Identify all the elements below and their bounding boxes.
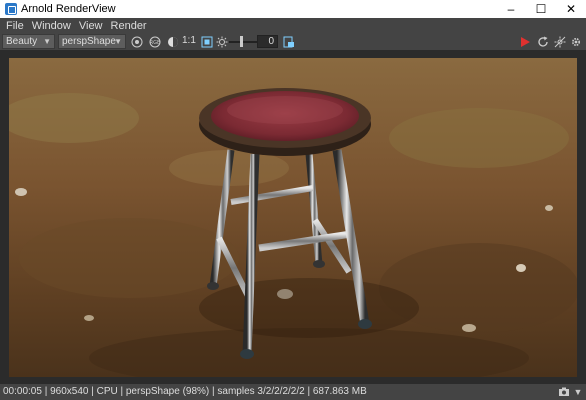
camera-dropdown-value: perspShape — [62, 36, 116, 47]
status-text: 00:00:05 | 960x540 | CPU | perspShape (9… — [3, 386, 367, 397]
aov-dropdown-value: Beauty — [6, 36, 38, 47]
camera-snapshot-icon[interactable] — [558, 386, 570, 398]
minimize-button[interactable]: – — [496, 0, 526, 18]
chevron-down-icon: ▼ — [114, 37, 122, 46]
menu-render[interactable]: Render — [107, 20, 151, 32]
refresh-render-icon[interactable] — [536, 35, 549, 48]
menu-window[interactable]: Window — [28, 20, 75, 32]
ipr-toggle-icon[interactable] — [553, 35, 566, 48]
chevron-down-icon: ▼ — [43, 37, 51, 46]
color-channels-icon[interactable] — [130, 35, 143, 48]
aov-dropdown[interactable]: Beauty ▼ — [2, 34, 55, 49]
camera-dropdown[interactable]: perspShape ▼ — [58, 34, 126, 49]
menu-view[interactable]: View — [75, 20, 107, 32]
close-button[interactable]: ✕ — [556, 0, 586, 18]
arnold-app-icon — [5, 3, 17, 15]
exposure-slider-handle[interactable] — [240, 36, 243, 47]
toolbar: Beauty ▼ perspShape ▼ RGB 1:1 0 — [0, 34, 586, 50]
rgb-toggle-icon[interactable]: RGB — [148, 35, 161, 48]
snapshot-icon[interactable] — [282, 35, 295, 48]
status-bar: 00:00:05 | 960x540 | CPU | perspShape (9… — [0, 384, 586, 400]
rendered-scene — [9, 58, 577, 377]
menu-bar: File Window View Render — [0, 18, 586, 34]
window-title: Arnold RenderView — [21, 3, 116, 15]
maximize-button[interactable]: ☐ — [526, 0, 556, 18]
frame-region-icon[interactable] — [200, 35, 213, 48]
title-bar: Arnold RenderView – ☐ ✕ — [0, 0, 586, 18]
window-controls: – ☐ ✕ — [496, 0, 586, 18]
exposure-slider-track[interactable] — [229, 41, 257, 43]
rendered-image[interactable] — [9, 58, 577, 377]
ab-compare-icon[interactable] — [166, 35, 179, 48]
render-play-button[interactable] — [518, 35, 531, 48]
menu-file[interactable]: File — [2, 20, 28, 32]
render-viewport[interactable] — [0, 50, 586, 384]
exposure-icon — [215, 35, 228, 48]
exposure-input[interactable]: 0 — [257, 35, 278, 48]
chevron-down-icon[interactable]: ▼ — [572, 386, 584, 398]
zoom-ratio-button[interactable]: 1:1 — [182, 35, 196, 46]
settings-gear-icon[interactable] — [569, 35, 582, 48]
svg-text:RGB: RGB — [149, 40, 160, 46]
